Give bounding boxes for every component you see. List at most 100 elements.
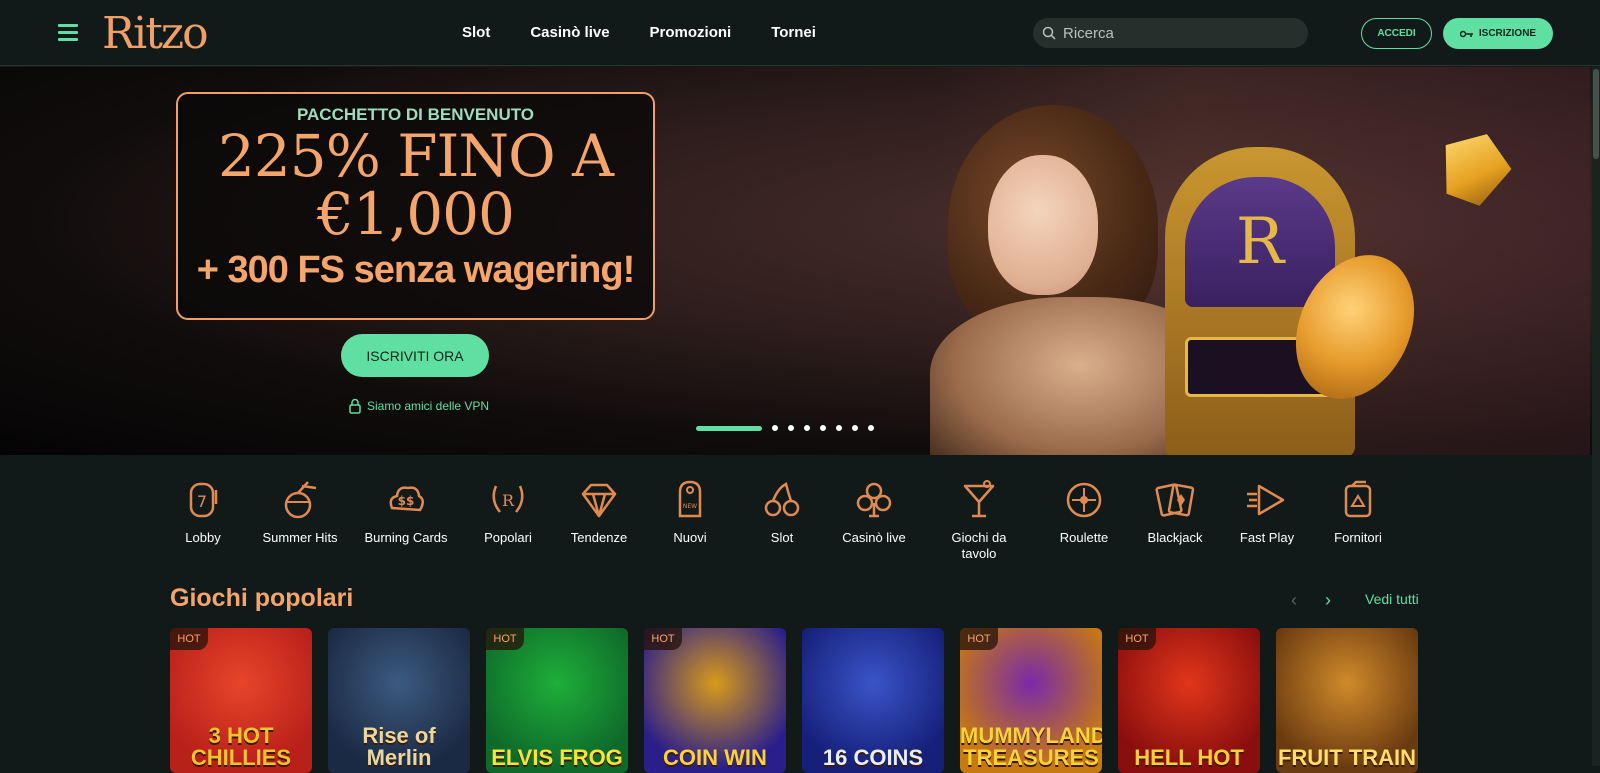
signup-now-button[interactable]: ISCRIVITI ORA xyxy=(341,334,489,377)
carousel-dots xyxy=(696,425,874,431)
category-summer-hits[interactable]: Summer Hits xyxy=(250,478,350,546)
hot-badge: HOT xyxy=(170,628,208,650)
provider-icon xyxy=(1344,480,1372,518)
site-logo[interactable]: Ritzo xyxy=(102,8,209,59)
game-tile[interactable]: Rise of Merlin xyxy=(328,628,470,773)
category-label: Lobby xyxy=(185,530,221,545)
carousel-dot[interactable] xyxy=(820,425,826,431)
page-scrollbar[interactable] xyxy=(1592,67,1600,766)
vpn-text: Siamo amici delle VPN xyxy=(367,399,490,413)
signup-label: ISCRIZIONE xyxy=(1478,28,1537,39)
see-all-link[interactable]: Vedi tutti xyxy=(1365,591,1419,607)
section-title: Giochi popolari xyxy=(170,584,354,612)
category-fast-play[interactable]: Fast Play xyxy=(1217,478,1317,546)
carousel-dot[interactable] xyxy=(836,425,842,431)
svg-text:$$: $$ xyxy=(398,494,415,508)
nav-tornei[interactable]: Tornei xyxy=(771,24,816,41)
signup-button[interactable]: ISCRIZIONE xyxy=(1443,18,1553,49)
game-title: Rise of Merlin xyxy=(362,723,436,770)
hot-badge: HOT xyxy=(644,628,682,650)
main-nav: Slot Casinò live Promozioni Tornei xyxy=(462,24,816,41)
category-label: Popolari xyxy=(484,530,532,545)
games-row: HOT 3 HOT CHILLIES Rise of Merlin HOT ELVIS … xyxy=(170,628,1420,773)
carousel-dot[interactable] xyxy=(696,425,762,431)
hot-badge: HOT xyxy=(1118,628,1156,650)
promo-headline-line1: 225% FINO A xyxy=(217,122,614,190)
category-burning-cards[interactable]: $$ Burning Cards xyxy=(356,478,456,546)
category-label: Fornitori xyxy=(1334,530,1382,545)
carousel-dot[interactable] xyxy=(804,425,810,431)
game-tile[interactable]: 16 COINS xyxy=(802,628,944,773)
promo-headline: 225% FINO A €1,000 xyxy=(178,127,653,243)
fast-play-icon xyxy=(1247,484,1285,516)
login-button[interactable]: ACCEDI xyxy=(1361,18,1432,49)
carousel-next-icon[interactable]: › xyxy=(1325,590,1331,611)
category-label: Summer Hits xyxy=(262,530,338,545)
category-tendenze[interactable]: Tendenze xyxy=(549,478,649,546)
category-nuovi[interactable]: NEW Nuovi xyxy=(640,478,740,546)
category-fornitori[interactable]: Fornitori xyxy=(1308,478,1408,546)
site-header: Ritzo Slot Casinò live Promozioni Tornei… xyxy=(0,0,1600,66)
game-tile[interactable]: HOT HELL HOT xyxy=(1118,628,1260,773)
category-bar: 7 Lobby Summer Hits $$ Burning Cards R Popolar… xyxy=(168,478,1418,568)
game-tile[interactable]: HOT COIN WIN xyxy=(644,628,786,773)
promo-box: PACCHETTO DI BENVENUTO 225% FINO A €1,00… xyxy=(176,92,655,320)
search-input[interactable] xyxy=(1063,18,1298,48)
hot-badge: HOT xyxy=(486,628,524,650)
game-tile[interactable]: HOT ELVIS FROG xyxy=(486,628,628,773)
carousel-dot[interactable] xyxy=(868,425,874,431)
promo-subline: + 300 FS senza wagering! xyxy=(196,249,635,291)
category-label: Giochi da tavolo xyxy=(951,530,1007,561)
category-label: Tendenze xyxy=(570,530,628,545)
svg-text:7: 7 xyxy=(197,492,207,511)
category-slot[interactable]: Slot xyxy=(732,478,832,546)
category-roulette[interactable]: Roulette xyxy=(1034,478,1134,546)
hero-woman-face xyxy=(988,155,1098,295)
nav-promozioni[interactable]: Promozioni xyxy=(650,24,732,41)
lock-icon xyxy=(349,398,361,414)
club-icon xyxy=(856,482,892,518)
dollar-cloud-icon: $$ xyxy=(389,486,424,512)
cherries-icon xyxy=(764,482,800,517)
coconut-drink-icon xyxy=(284,481,317,519)
category-label: Casinò live xyxy=(842,530,906,545)
hot-badge: HOT xyxy=(960,628,998,650)
carousel-dot[interactable] xyxy=(852,425,858,431)
hero-banner[interactable]: R PACCHETTO DI BENVENUTO 225% FINO A €1,… xyxy=(0,67,1592,455)
category-label: Blackjack xyxy=(1147,530,1203,545)
game-title: 3 HOT CHILLIES xyxy=(190,723,292,770)
category-label: Roulette xyxy=(1059,530,1109,545)
search-box[interactable] xyxy=(1033,18,1308,48)
promo-headline-line2: €1,000 xyxy=(317,180,515,248)
cards-icon xyxy=(1155,483,1195,517)
category-label: Fast Play xyxy=(1239,530,1295,545)
category-label: Slot xyxy=(770,530,794,545)
svg-text:R: R xyxy=(502,491,515,510)
nav-slot[interactable]: Slot xyxy=(462,24,490,41)
category-casin-live[interactable]: Casinò live xyxy=(824,478,924,546)
slot-logo: R xyxy=(1185,177,1335,307)
carousel-dot[interactable] xyxy=(772,425,778,431)
diamond-icon xyxy=(581,483,617,518)
roulette-icon xyxy=(1066,482,1102,518)
menu-icon[interactable] xyxy=(58,24,78,42)
category-giochi-da-tavolo[interactable]: Giochi da tavolo xyxy=(929,478,1029,562)
category-label: Nuovi xyxy=(673,530,707,545)
game-tile[interactable]: HOT 3 HOT CHILLIES xyxy=(170,628,312,773)
game-tile[interactable]: FRUIT TRAIN xyxy=(1276,628,1418,773)
category-lobby[interactable]: 7 Lobby xyxy=(153,478,253,546)
scrollbar-thumb[interactable] xyxy=(1593,69,1599,159)
carousel-dot[interactable] xyxy=(788,425,794,431)
vpn-note: Siamo amici delle VPN xyxy=(349,398,489,414)
carousel-prev-icon[interactable]: ‹ xyxy=(1291,590,1297,611)
game-tile[interactable]: HOT MUMMYLAND TREASURES xyxy=(960,628,1102,773)
search-icon xyxy=(1042,26,1056,40)
laurel-r-icon: R xyxy=(492,485,524,513)
cocktail-icon xyxy=(963,480,995,518)
category-blackjack[interactable]: Blackjack xyxy=(1125,478,1225,546)
category-popolari[interactable]: R Popolari xyxy=(458,478,558,546)
nav-casino-live[interactable]: Casinò live xyxy=(530,24,609,41)
new-tag-icon: NEW xyxy=(678,480,702,518)
svg-text:NEW: NEW xyxy=(683,503,697,510)
category-label: Burning Cards xyxy=(364,530,448,545)
